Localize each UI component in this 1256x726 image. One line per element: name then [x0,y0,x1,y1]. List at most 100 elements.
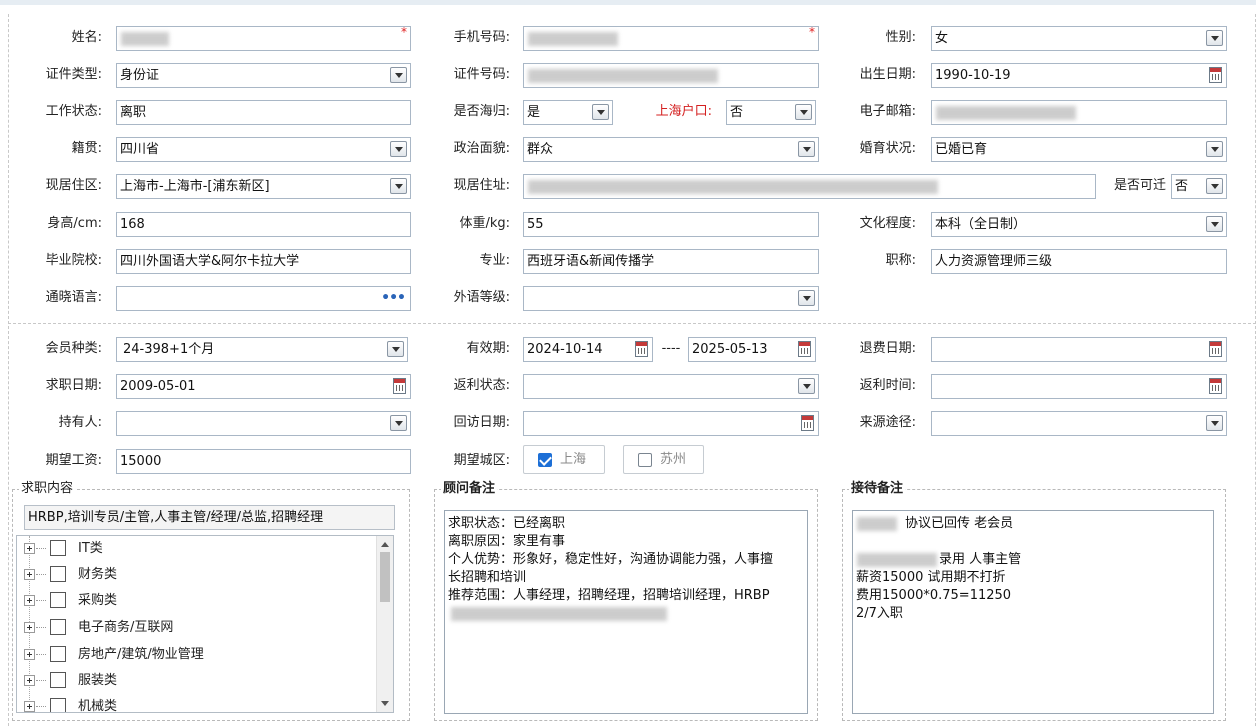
tree-item-purchasing[interactable]: 采购类 [17,588,367,614]
title-label: 职称: [885,253,916,268]
checkbox-icon[interactable] [50,566,66,582]
chevron-down-icon[interactable] [390,178,407,194]
chevron-down-icon[interactable] [390,415,407,431]
chevron-down-icon[interactable] [798,290,815,306]
weight-label: 体重/kg: [459,216,510,231]
name-input[interactable]: * [116,25,411,51]
tree-item-ecommerce[interactable]: 电子商务/互联网 [17,615,367,641]
chevron-down-icon[interactable] [1206,30,1223,46]
visit-date-input[interactable] [523,411,819,436]
chevron-down-icon[interactable] [390,67,407,83]
native-place-select[interactable]: 四川省 [116,137,411,162]
checkbox-icon[interactable] [50,646,66,662]
checkbox-icon[interactable] [50,698,66,712]
height-label: 身高/cm: [47,216,102,231]
calendar-icon[interactable] [393,378,406,394]
source-select[interactable] [931,411,1227,436]
checkbox-icon[interactable] [638,453,652,467]
rebate-status-select[interactable] [523,374,819,399]
reception-notes-textarea[interactable]: 协议已回传 老会员 录用 人事主管 薪资15000 试用期不打折 费用15000… [852,510,1214,714]
id-type-select[interactable]: 身份证 [116,63,411,88]
education-select[interactable]: 本科（全日制） [931,212,1227,237]
checkbox-icon[interactable] [50,672,66,688]
language-label: 通晓语言: [45,290,102,305]
politics-select[interactable]: 群众 [523,137,819,162]
expand-icon[interactable] [24,701,35,712]
chevron-down-icon[interactable] [1206,141,1223,157]
redacted-value [528,32,618,46]
checkbox-icon[interactable] [50,540,66,556]
city-option-shanghai[interactable]: 上海 [523,445,605,474]
redacted-value [121,32,169,46]
email-input[interactable] [931,100,1227,125]
chevron-down-icon[interactable] [592,104,609,120]
tree-item-finance[interactable]: 财务类 [17,562,367,588]
relocate-select[interactable]: 否 [1171,174,1227,199]
height-input[interactable]: 168 [116,212,411,237]
calendar-icon[interactable] [801,415,814,431]
checkbox-checked-icon[interactable] [538,453,552,467]
tree-item-real-estate[interactable]: 房地产/建筑/物业管理 [17,642,367,668]
city-option-suzhou[interactable]: 苏州 [623,445,704,474]
refund-date-input[interactable] [931,337,1227,362]
chevron-down-icon[interactable] [390,141,407,157]
address-input[interactable] [523,174,1096,199]
tree-item-apparel[interactable]: 服装类 [17,668,367,694]
checkbox-icon[interactable] [50,619,66,635]
returnee-select[interactable]: 是 [523,100,613,125]
work-status-input[interactable]: 离职 [116,100,411,125]
chevron-down-icon[interactable] [795,104,812,120]
calendar-icon[interactable] [798,341,811,357]
job-content-selected[interactable]: HRBP,培训专员/主管,人事主管/经理/总监,招聘经理 [24,505,395,530]
required-mark: * [401,25,407,39]
calendar-icon[interactable] [1209,341,1222,357]
advisor-notes-textarea[interactable]: 求职状态：已经离职 离职原因：家里有事 个人优势：形象好，稳定性好，沟通协调能力… [444,510,808,714]
marriage-select[interactable]: 已婚已育 [931,137,1227,162]
calendar-icon[interactable] [1209,67,1222,83]
job-category-tree[interactable]: IT类 财务类 采购类 电子商务/互联网 房地产/建筑/物业管理 服装类 机械类 [16,535,394,713]
validity-from-input[interactable]: 2024-10-14 [523,337,653,362]
chevron-down-icon[interactable] [387,341,404,357]
tree-item-it[interactable]: IT类 [17,536,367,562]
weight-input[interactable]: 55 [523,212,819,237]
expand-icon[interactable] [24,543,35,554]
phone-input[interactable]: * [523,25,819,51]
id-number-input[interactable] [523,63,819,88]
member-type-label: 会员种类: [45,341,102,356]
holder-select[interactable] [116,411,411,436]
salary-input[interactable]: 15000 [116,449,411,474]
foreign-language-level-select[interactable] [523,286,819,311]
chevron-down-icon[interactable] [798,378,815,394]
job-date-input[interactable]: 2009-05-01 [116,374,411,399]
gender-select[interactable]: 女 [931,26,1227,51]
calendar-icon[interactable] [635,341,648,357]
scroll-up-icon[interactable] [381,542,389,547]
member-type-select[interactable]: 24-398+1个月 [116,337,408,362]
school-input[interactable]: 四川外国语大学&阿尔卡拉大学 [116,249,411,274]
scroll-thumb[interactable] [380,552,390,602]
scroll-down-icon[interactable] [381,701,389,706]
expand-icon[interactable] [24,675,35,686]
birth-date-input[interactable]: 1990-10-19 [931,63,1227,88]
shanghai-hukou-select[interactable]: 否 [726,100,816,125]
title-input[interactable]: 人力资源管理师三级 [931,249,1227,274]
chevron-down-icon[interactable] [1206,178,1223,194]
residence-area-select[interactable]: 上海市-上海市-[浦东新区] [116,174,411,199]
validity-to-input[interactable]: 2025-05-13 [688,337,816,362]
calendar-icon[interactable] [1209,378,1222,394]
tree-scrollbar[interactable] [376,536,393,712]
expand-icon[interactable] [24,649,35,660]
job-content-legend: 求职内容 [19,481,76,497]
major-input[interactable]: 西班牙语&新闻传播学 [523,249,819,274]
tree-item-machinery[interactable]: 机械类 [17,694,367,712]
chevron-down-icon[interactable] [1206,415,1223,431]
language-input[interactable]: ••• [116,286,411,311]
expand-icon[interactable] [24,595,35,606]
expand-icon[interactable] [24,569,35,580]
chevron-down-icon[interactable] [1206,216,1223,232]
expand-icon[interactable] [24,622,35,633]
rebate-time-input[interactable] [931,374,1227,399]
more-dots-icon[interactable]: ••• [381,291,406,305]
chevron-down-icon[interactable] [798,141,815,157]
checkbox-icon[interactable] [50,592,66,608]
